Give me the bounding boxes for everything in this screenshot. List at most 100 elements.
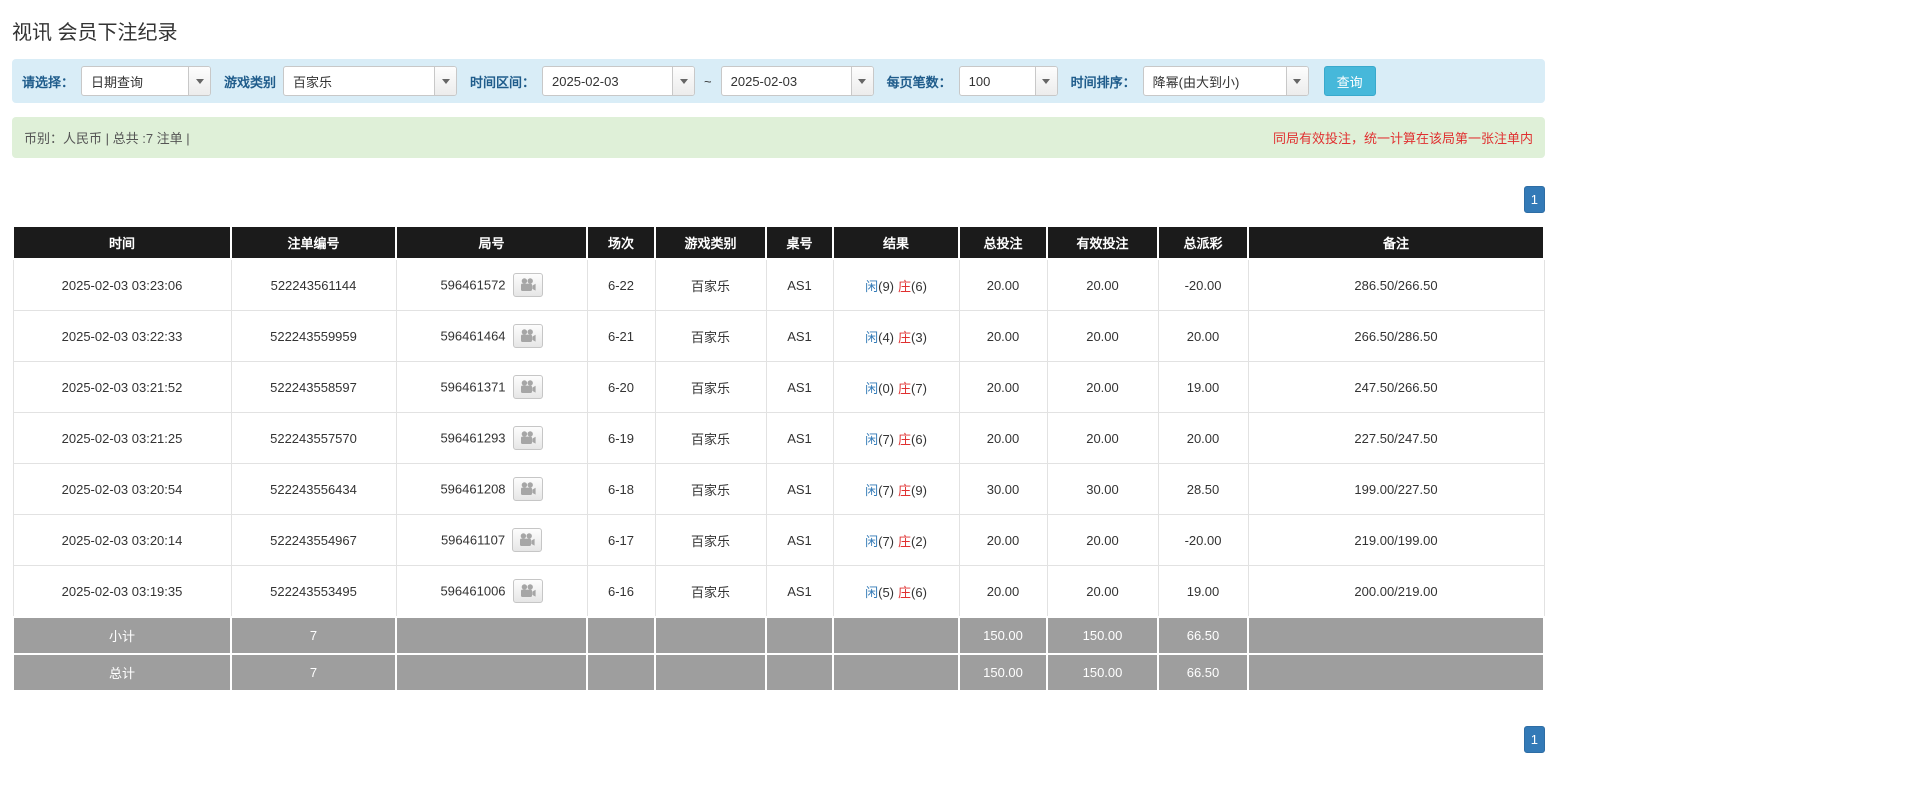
game-type-caret-button[interactable] [434,67,457,95]
col-payout: 总派彩 [1157,225,1249,260]
subtotal-remark [1247,616,1545,655]
table-row: 2025-02-03 03:21:25 522243557570 5964612… [12,412,1545,464]
cell-total-bet: 20.00 [958,361,1048,413]
round-id-text: 596461006 [440,583,506,599]
cell-bet-id: 522243554967 [230,514,397,566]
result-banker-label: 庄 [898,380,912,396]
game-type-select[interactable]: 百家乐 [283,66,458,96]
video-replay-button[interactable] [512,273,543,297]
table-row: 2025-02-03 03:20:54 522243556434 5964612… [12,463,1545,515]
cell-result: 闲(5) 庄(6) [832,565,960,618]
cell-table-no: AS1 [765,361,834,413]
col-round-id: 局号 [395,225,588,260]
subtotal-empty [654,616,767,655]
total-total-bet: 150.00 [958,653,1048,692]
date-from-caret-button[interactable] [672,67,695,95]
round-id-text: 596461572 [440,277,506,293]
date-from-input[interactable]: 2025-02-03 [542,66,696,96]
col-remark: 备注 [1247,225,1545,260]
date-to-caret-button[interactable] [850,67,873,95]
video-camera-icon [520,431,536,444]
cell-table-no: AS1 [765,463,834,515]
page-size-select[interactable]: 100 [958,66,1058,96]
video-camera-icon [520,482,536,495]
result-banker-score: (7) [911,380,927,396]
cell-time: 2025-02-03 03:21:52 [12,361,232,413]
query-type-caret-button[interactable] [188,67,211,95]
result-banker-label: 庄 [898,482,912,498]
col-table-no: 桌号 [765,225,834,260]
result-player-score: (7) [878,533,894,549]
subtotal-empty [832,616,960,655]
result-player-score: (9) [878,278,894,294]
cell-game-type: 百家乐 [654,463,767,515]
cell-payout: 20.00 [1157,412,1249,464]
cell-result: 闲(7) 庄(6) [832,412,960,464]
col-valid-bet: 有效投注 [1046,225,1159,260]
video-replay-button[interactable] [512,579,543,603]
cell-game-type: 百家乐 [654,412,767,464]
cell-table-no: AS1 [765,258,834,311]
game-type-label: 游戏类别 [224,74,277,90]
result-player-score: (4) [878,329,894,345]
cell-session: 6-16 [586,565,656,618]
cell-table-no: AS1 [765,310,834,362]
video-camera-icon [520,380,536,393]
result-banker-score: (6) [911,278,927,294]
col-result: 结果 [832,225,960,260]
result-banker-score: (9) [911,482,927,498]
col-time: 时间 [12,225,232,260]
sort-order-caret-button[interactable] [1285,67,1308,95]
col-total-bet: 总投注 [958,225,1048,260]
round-id-text: 596461371 [440,379,506,395]
sort-order-select[interactable]: 降幂(由大到小) [1142,66,1309,96]
sort-order-value: 降幂(由大到小) [1152,74,1240,90]
result-player-label: 闲 [865,533,879,549]
table-row: 2025-02-03 03:23:06 522243561144 5964615… [12,258,1545,311]
cell-round-id: 596461371 [395,361,588,413]
cell-result: 闲(7) 庄(9) [832,463,960,515]
cell-total-bet: 20.00 [958,258,1048,311]
video-replay-button[interactable] [512,477,543,501]
result-player-score: (7) [878,482,894,498]
page-1-button[interactable]: 1 [1523,186,1545,213]
table-row: 2025-02-03 03:20:14 522243554967 5964611… [12,514,1545,566]
search-button[interactable]: 查询 [1323,66,1376,96]
cell-time: 2025-02-03 03:20:54 [12,463,232,515]
cell-session: 6-17 [586,514,656,566]
cell-game-type: 百家乐 [654,514,767,566]
video-replay-button[interactable] [512,324,543,348]
cell-payout: -20.00 [1157,514,1249,566]
cell-time: 2025-02-03 03:22:33 [12,310,232,362]
cell-remark: 200.00/219.00 [1247,565,1545,618]
page-size-caret-button[interactable] [1034,67,1057,95]
chevron-down-icon [679,78,688,84]
chevron-down-icon [195,78,204,84]
video-replay-button[interactable] [512,375,543,399]
cell-session: 6-18 [586,463,656,515]
query-type-select[interactable]: 日期查询 [81,66,212,96]
result-banker-label: 庄 [898,533,912,549]
cell-remark: 219.00/199.00 [1247,514,1545,566]
result-banker-label: 庄 [898,431,912,447]
cell-bet-id: 522243561144 [230,258,397,311]
subtotal-row: 小计 7 150.00 150.00 66.50 [12,616,1545,655]
round-id-text: 596461107 [440,532,506,548]
video-replay-button[interactable] [512,528,543,552]
cell-round-id: 596461006 [395,565,588,618]
page-1-button[interactable]: 1 [1523,726,1545,753]
table-row: 2025-02-03 03:19:35 522243553495 5964610… [12,565,1545,618]
video-replay-button[interactable] [512,426,543,450]
cell-total-bet: 30.00 [958,463,1048,515]
valid-bet-notice: 同局有效投注，统一计算在该局第一张注单内 [1272,131,1533,146]
cell-payout: 20.00 [1157,310,1249,362]
date-to-input[interactable]: 2025-02-03 [720,66,874,96]
cell-valid-bet: 20.00 [1046,514,1159,566]
cell-result: 闲(0) 庄(7) [832,361,960,413]
cell-table-no: AS1 [765,565,834,618]
cell-session: 6-22 [586,258,656,311]
date-from-value: 2025-02-03 [552,73,619,89]
cell-result: 闲(4) 庄(3) [832,310,960,362]
result-banker-label: 庄 [898,329,912,345]
table-row: 2025-02-03 03:21:52 522243558597 5964613… [12,361,1545,413]
